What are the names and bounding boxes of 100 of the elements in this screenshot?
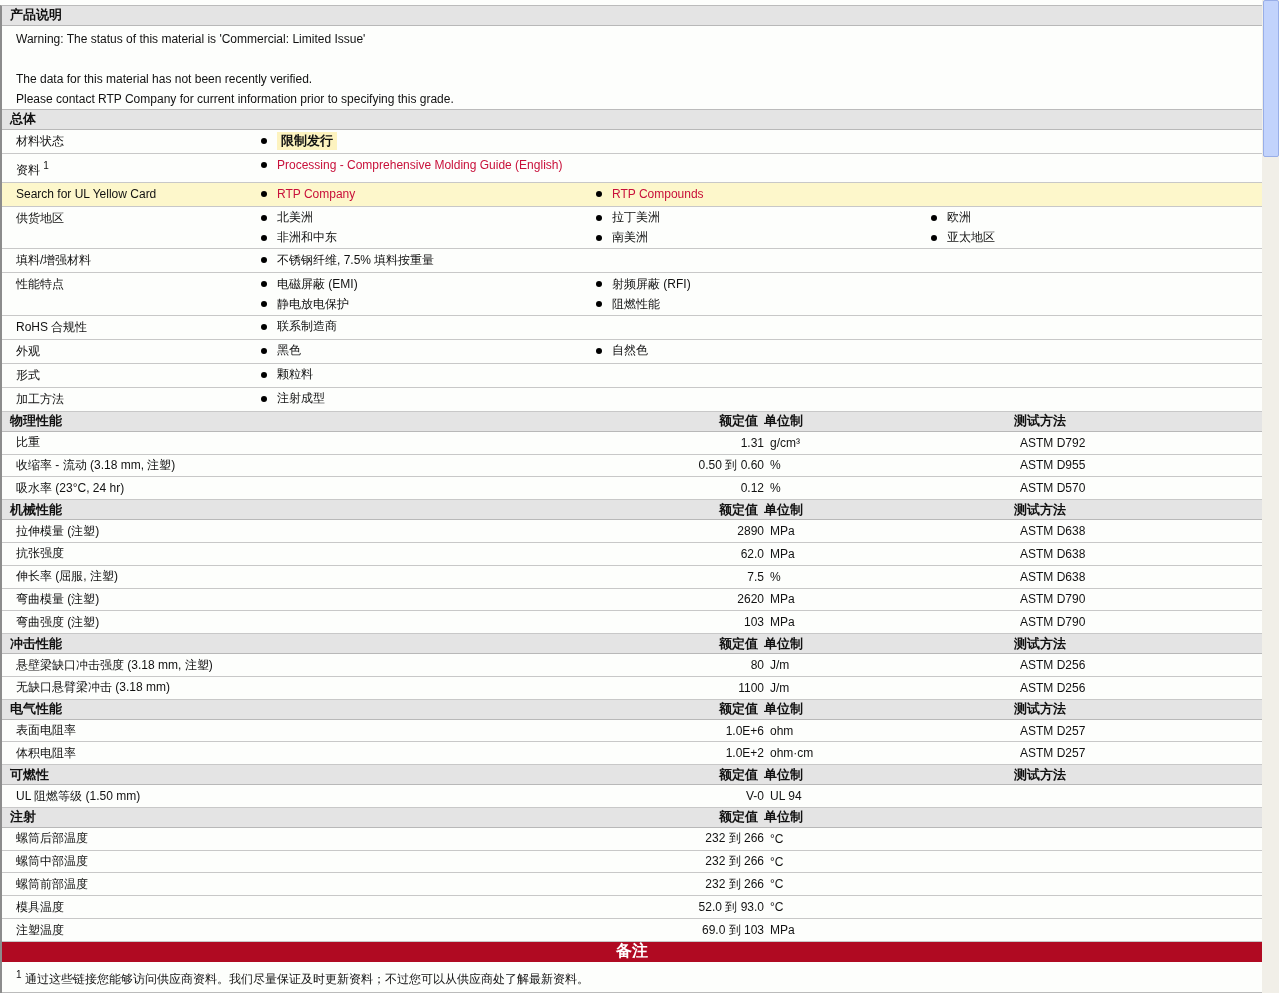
column-header: 额定值: [719, 412, 759, 431]
unit-text: ohm·cm: [770, 746, 814, 761]
test-method: ASTM D257: [1020, 723, 1086, 738]
bullet-icon: [261, 190, 267, 197]
test-method: ASTM D955: [1020, 458, 1086, 473]
row-label: 材料状态: [15, 132, 65, 150]
column-header: 测试方法: [1014, 412, 1066, 431]
property-value: 7.5: [747, 569, 765, 584]
bullet-icon: [261, 301, 267, 308]
bullet-icon: [596, 190, 602, 197]
notes-title: 备注: [616, 941, 648, 962]
property-value: 1100: [738, 680, 765, 695]
property-name: 螺筒前部温度: [16, 875, 89, 893]
bullet-icon: [261, 234, 267, 241]
bullet-icon: [261, 395, 267, 402]
column-header: 测试方法: [1014, 700, 1066, 719]
property-value: 2890: [737, 524, 765, 538]
scrollbar[interactable]: [1262, 0, 1279, 993]
property-name: 螺筒中部温度: [16, 853, 89, 871]
row-label: 填料/增强材料: [15, 252, 93, 270]
section-title: 可燃性: [10, 765, 49, 784]
property-value: 80: [750, 658, 765, 672]
item-text: 亚太地区: [947, 229, 995, 246]
bullet-icon: [261, 214, 267, 221]
property-value: 1.31: [740, 435, 765, 450]
item-text: 拉丁美洲: [612, 209, 660, 226]
property-name: 螺筒后部温度: [16, 830, 89, 848]
property-value: 0.12: [740, 481, 765, 496]
column-header: 额定值: [719, 700, 759, 719]
property-value: 62.0: [740, 546, 765, 561]
unit-text: MPa: [770, 524, 795, 538]
row-label: Search for UL Yellow Card: [15, 185, 158, 203]
status-tag: 限制发行: [277, 131, 337, 150]
unit-text: MPa: [770, 592, 795, 607]
property-name: 无缺口悬臂梁冲击 (3.18 mm): [16, 679, 171, 697]
bullet-icon: [596, 347, 602, 354]
property-name: 伸长率 (屈服, 注塑): [16, 568, 119, 586]
item-text: 颗粒料: [277, 366, 313, 384]
footnote-text: $^{1}$ 通过这些链接您能够访问供应商资料。我们尽量保证及时更新资料；不过您可以从供应商处了解最新资料。: [16, 971, 589, 986]
section-title: 总体: [10, 110, 36, 129]
unit-text: J/m: [770, 658, 790, 672]
test-method: ASTM D570: [1020, 481, 1086, 496]
row-label: RoHS 合规性: [15, 318, 89, 336]
link[interactable]: RTP Company: [277, 186, 356, 201]
section-title: 注射: [10, 808, 36, 827]
bullet-icon: [261, 257, 267, 264]
item-text: 联系制造商: [277, 318, 337, 336]
property-name: 模具温度: [16, 898, 65, 916]
item-text: 南美洲: [612, 229, 648, 246]
item-text: 欧洲: [947, 209, 971, 226]
item-text: 射频屏蔽 (RFI): [612, 275, 691, 293]
bullet-icon: [261, 137, 267, 144]
description-text: Warning: The status of this material is 'Commercial: Limited Issue': [16, 30, 367, 48]
test-method: UL 94: [770, 789, 802, 804]
property-name: 比重: [16, 434, 41, 452]
property-value: 1.0E+6: [725, 723, 765, 738]
unit-text: MPa: [770, 546, 795, 561]
property-name: 表面电阻率: [16, 722, 77, 739]
row-label: 性能特点: [15, 276, 65, 294]
bullet-icon: [931, 234, 937, 241]
item-text: 阻燃性能: [612, 295, 660, 313]
unit-text: g/cm³: [770, 435, 800, 450]
item-text: 注射成型: [277, 390, 325, 408]
column-header: 单位制: [764, 500, 803, 519]
item-text: 非洲和中东: [277, 229, 337, 246]
link[interactable]: Processing - Comprehensive Molding Guide (English): [277, 157, 563, 172]
row-label: 加工方法: [15, 390, 65, 408]
item-text: 北美洲: [277, 209, 313, 226]
test-method: ASTM D257: [1020, 746, 1086, 761]
property-name: 收缩率 - 流动 (3.18 mm, 注塑): [16, 457, 177, 474]
test-method: ASTM D792: [1020, 435, 1086, 450]
property-value: 52.0 到 93.0: [698, 898, 765, 916]
property-value: 103: [743, 615, 765, 630]
row-label: 资料 $^{1}$: [15, 158, 50, 179]
property-value: 69.0 到 103: [701, 921, 765, 939]
bullet-icon: [596, 214, 602, 221]
section-title: 产品说明: [10, 6, 62, 25]
unit-text: %: [770, 569, 781, 584]
bullet-icon: [261, 161, 267, 168]
unit-text: °C: [770, 854, 784, 869]
test-method: ASTM D256: [1020, 680, 1086, 695]
property-name: 注塑温度: [16, 921, 65, 939]
bullet-icon: [261, 323, 267, 330]
test-method: ASTM D790: [1020, 592, 1086, 607]
property-name: 悬壁梁缺口冲击强度 (3.18 mm, 注塑): [16, 656, 214, 674]
property-name: 弯曲强度 (注塑): [16, 613, 101, 631]
item-text: 黑色: [277, 342, 301, 360]
unit-text: J/m: [770, 680, 790, 695]
property-name: 拉伸模量 (注塑): [16, 522, 101, 540]
unit-text: ohm: [770, 723, 794, 738]
unit-text: %: [770, 481, 781, 496]
item-text: 自然色: [612, 342, 648, 360]
unit-text: °C: [770, 877, 784, 892]
column-header: 额定值: [719, 500, 759, 519]
link[interactable]: RTP Compounds: [612, 186, 704, 201]
unit-text: %: [770, 458, 781, 473]
column-header: 测试方法: [1014, 765, 1066, 784]
bullet-icon: [596, 281, 602, 288]
row-label: 形式: [15, 366, 41, 384]
item-text: 不锈钢纤维, 7.5% 填料按重量: [277, 251, 435, 269]
